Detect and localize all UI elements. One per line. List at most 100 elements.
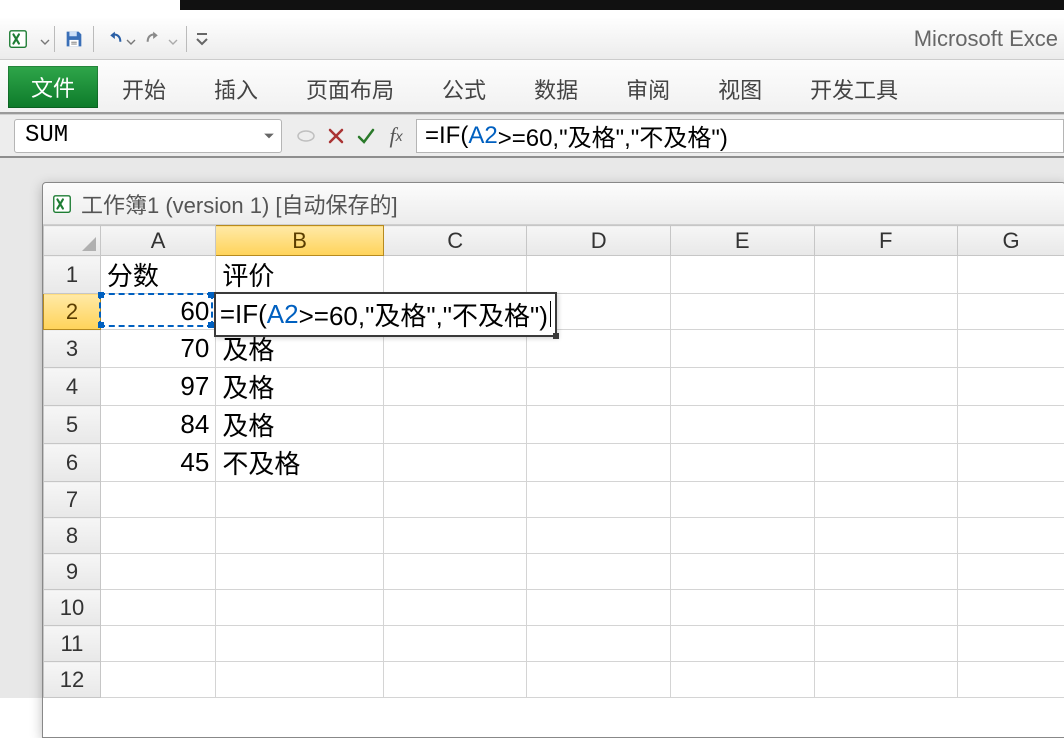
cell-G9[interactable]	[958, 554, 1064, 590]
cell-B6[interactable]: 不及格	[216, 444, 384, 482]
cell-D10[interactable]	[527, 590, 671, 626]
cell-A5[interactable]: 84	[100, 406, 215, 444]
undo-dropdown-icon[interactable]	[126, 34, 136, 44]
cell-A8[interactable]	[100, 518, 215, 554]
cell-G8[interactable]	[958, 518, 1064, 554]
cell-G1[interactable]	[958, 256, 1064, 294]
cell-E5[interactable]	[671, 406, 815, 444]
cell-E12[interactable]	[671, 662, 815, 698]
row-header-4[interactable]: 4	[44, 368, 101, 406]
cell-G4[interactable]	[958, 368, 1064, 406]
cell-E8[interactable]	[671, 518, 815, 554]
cell-D7[interactable]	[527, 482, 671, 518]
cell-B11[interactable]	[216, 626, 384, 662]
col-header-B[interactable]: B	[216, 226, 384, 256]
spreadsheet-grid[interactable]: ABCDEFG1分数评价260370及格497及格584及格645不及格7891…	[43, 225, 1064, 698]
cell-B12[interactable]	[216, 662, 384, 698]
cell-C8[interactable]	[383, 518, 527, 554]
cell-A12[interactable]	[100, 662, 215, 698]
name-box[interactable]: SUM	[14, 119, 282, 153]
cell-G11[interactable]	[958, 626, 1064, 662]
row-header-3[interactable]: 3	[44, 330, 101, 368]
row-header-7[interactable]: 7	[44, 482, 101, 518]
cell-C6[interactable]	[383, 444, 527, 482]
formula-input[interactable]: =IF(A2>=60,"及格","不及格")	[416, 119, 1064, 153]
cell-B4[interactable]: 及格	[216, 368, 384, 406]
tab-data[interactable]: 数据	[510, 70, 602, 108]
cell-F10[interactable]	[814, 590, 958, 626]
cell-editor[interactable]: =IF(A2>=60,"及格","不及格")	[214, 292, 557, 337]
row-header-10[interactable]: 10	[44, 590, 101, 626]
app-menu-dropdown-icon[interactable]	[40, 34, 50, 44]
cell-A7[interactable]	[100, 482, 215, 518]
cell-C5[interactable]	[383, 406, 527, 444]
cell-D8[interactable]	[527, 518, 671, 554]
cancel-formula-button[interactable]	[322, 121, 350, 151]
cell-D5[interactable]	[527, 406, 671, 444]
customize-qat-button[interactable]	[191, 26, 213, 52]
cell-A3[interactable]: 70	[100, 330, 215, 368]
cell-C4[interactable]	[383, 368, 527, 406]
cell-G7[interactable]	[958, 482, 1064, 518]
cell-B9[interactable]	[216, 554, 384, 590]
row-header-12[interactable]: 12	[44, 662, 101, 698]
cell-E9[interactable]	[671, 554, 815, 590]
redo-dropdown-icon[interactable]	[168, 34, 178, 44]
row-header-2[interactable]: 2	[44, 294, 101, 330]
cell-E2[interactable]	[671, 294, 815, 330]
insert-function-button[interactable]: fx	[382, 121, 410, 151]
col-header-D[interactable]: D	[527, 226, 671, 256]
cell-E7[interactable]	[671, 482, 815, 518]
redo-button[interactable]	[140, 26, 182, 52]
cell-C10[interactable]	[383, 590, 527, 626]
cell-A9[interactable]	[100, 554, 215, 590]
cell-F9[interactable]	[814, 554, 958, 590]
cell-A4[interactable]: 97	[100, 368, 215, 406]
tab-home[interactable]: 开始	[98, 70, 190, 108]
row-header-5[interactable]: 5	[44, 406, 101, 444]
cell-A10[interactable]	[100, 590, 215, 626]
cell-E6[interactable]	[671, 444, 815, 482]
row-header-9[interactable]: 9	[44, 554, 101, 590]
cell-F3[interactable]	[814, 330, 958, 368]
cell-D11[interactable]	[527, 626, 671, 662]
cell-E10[interactable]	[671, 590, 815, 626]
cell-B1[interactable]: 评价	[216, 256, 384, 294]
cell-B8[interactable]	[216, 518, 384, 554]
namebox-dropdown-icon[interactable]	[263, 130, 275, 142]
cell-B10[interactable]	[216, 590, 384, 626]
cell-F6[interactable]	[814, 444, 958, 482]
cell-G12[interactable]	[958, 662, 1064, 698]
cell-F11[interactable]	[814, 626, 958, 662]
cell-A2[interactable]: 60	[100, 294, 215, 330]
row-header-6[interactable]: 6	[44, 444, 101, 482]
tab-formulas[interactable]: 公式	[418, 70, 510, 108]
tab-review[interactable]: 审阅	[602, 70, 694, 108]
select-all-corner[interactable]	[44, 226, 101, 256]
cell-D6[interactable]	[527, 444, 671, 482]
workbook-titlebar[interactable]: 工作簿1 (version 1) [自动保存的]	[43, 183, 1064, 225]
col-header-E[interactable]: E	[671, 226, 815, 256]
col-header-G[interactable]: G	[958, 226, 1064, 256]
cell-C7[interactable]	[383, 482, 527, 518]
cell-F5[interactable]	[814, 406, 958, 444]
cell-B5[interactable]: 及格	[216, 406, 384, 444]
row-header-8[interactable]: 8	[44, 518, 101, 554]
row-header-11[interactable]: 11	[44, 626, 101, 662]
cell-F2[interactable]	[814, 294, 958, 330]
tab-pagelayout[interactable]: 页面布局	[282, 70, 418, 108]
cell-C9[interactable]	[383, 554, 527, 590]
cell-E1[interactable]	[671, 256, 815, 294]
cell-G3[interactable]	[958, 330, 1064, 368]
cell-F1[interactable]	[814, 256, 958, 294]
cell-C11[interactable]	[383, 626, 527, 662]
cell-G5[interactable]	[958, 406, 1064, 444]
tab-developer[interactable]: 开发工具	[786, 70, 922, 108]
cell-A6[interactable]: 45	[100, 444, 215, 482]
cell-E3[interactable]	[671, 330, 815, 368]
cell-G2[interactable]	[958, 294, 1064, 330]
cell-C1[interactable]	[383, 256, 527, 294]
col-header-F[interactable]: F	[814, 226, 958, 256]
cell-A1[interactable]: 分数	[100, 256, 215, 294]
tab-insert[interactable]: 插入	[190, 70, 282, 108]
